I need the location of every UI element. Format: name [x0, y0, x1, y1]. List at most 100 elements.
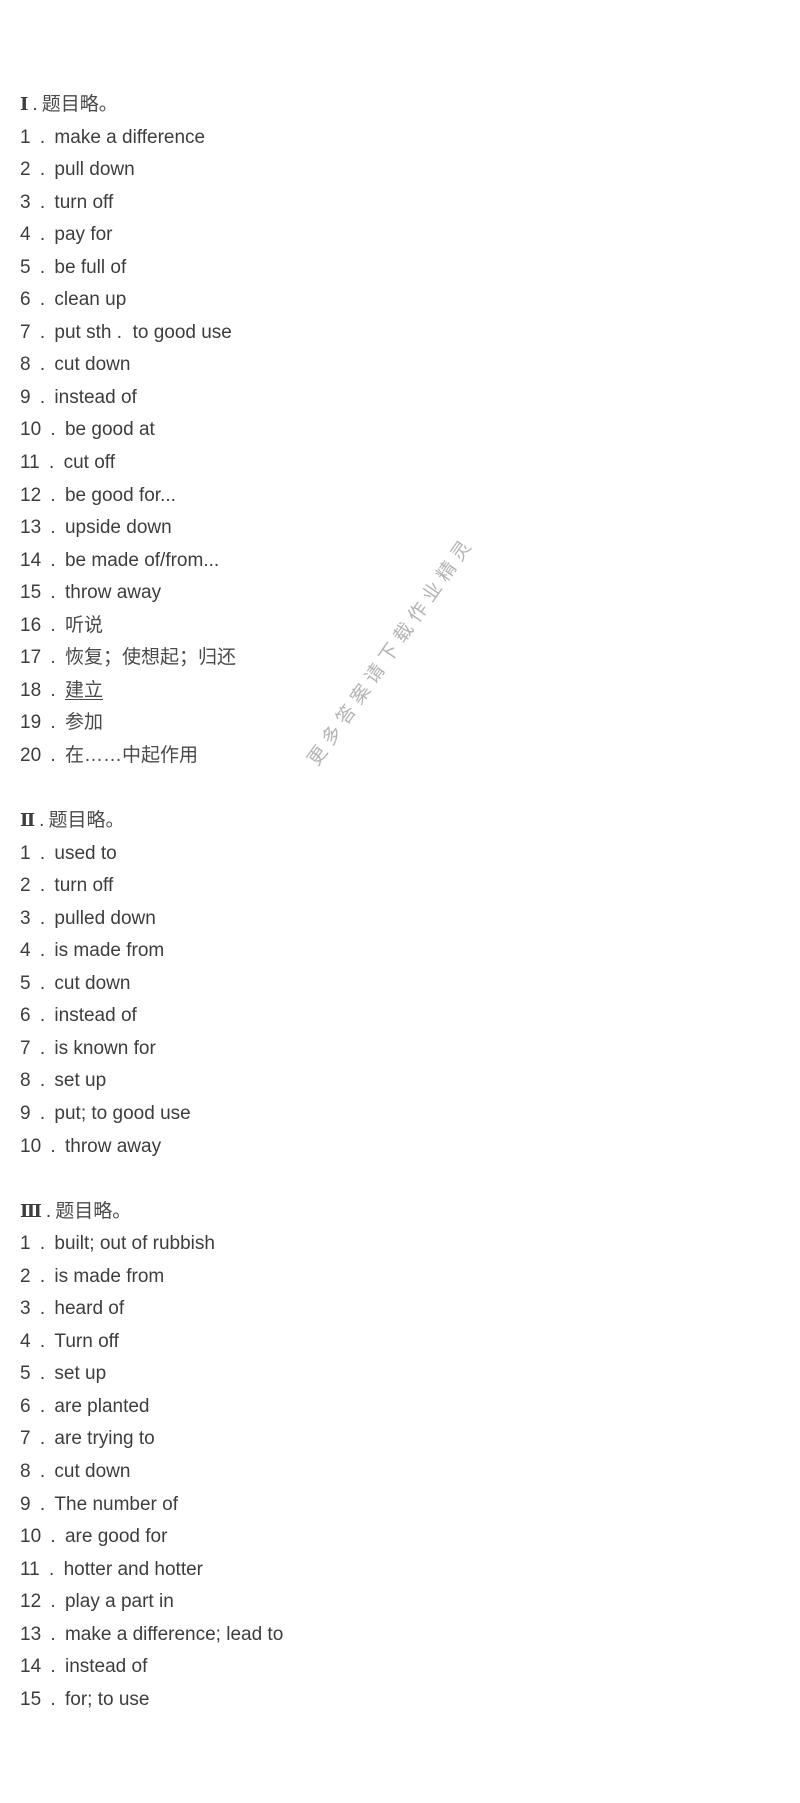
- answer-text: clean up: [54, 289, 127, 311]
- answer-text: Turn off: [54, 1330, 119, 1352]
- answer-item: 10 . be good at: [20, 419, 155, 441]
- answer-text: cut off: [63, 452, 115, 474]
- answer-text: instead of: [54, 386, 137, 408]
- answer-text: put sth . to good use: [54, 321, 232, 343]
- answer-text: 参加: [64, 712, 103, 734]
- answer-item: 1 . used to: [20, 842, 117, 864]
- answer-text: heard of: [54, 1298, 125, 1320]
- answer-item: 9 . The number of: [20, 1493, 178, 1515]
- answer-item: 12 . play a part in: [20, 1591, 174, 1613]
- answer-text: be made of/from...: [64, 549, 220, 571]
- answer-item: 7 . is known for: [20, 1037, 156, 1059]
- answer-text: pay for: [54, 224, 113, 246]
- answer-item: 10 . throw away: [20, 1135, 162, 1157]
- answer-text: make a difference: [54, 126, 206, 148]
- section-2: Ⅱ. 题目略。 1 . used to 2 . turn off 3 . pull…: [20, 805, 780, 1163]
- answer-item: 20 . 在……中起作用: [20, 744, 198, 766]
- answer-text: set up: [54, 1363, 107, 1385]
- answer-item: 2 . turn off: [20, 875, 114, 897]
- answer-item: 14 . instead of: [20, 1656, 148, 1678]
- answer-text: hotter and hotter: [63, 1558, 204, 1580]
- answer-text: 恢复；使想起；归还: [64, 647, 236, 669]
- answer-text: for; to use: [64, 1688, 150, 1710]
- answer-text: turn off: [54, 875, 114, 897]
- answer-text: set up: [54, 1070, 107, 1092]
- answer-text: cut down: [54, 1460, 131, 1482]
- answer-text: used to: [54, 842, 117, 864]
- answer-item: 4 . Turn off: [20, 1330, 119, 1352]
- answer-item: 8 . set up: [20, 1070, 107, 1092]
- answer-text: The number of: [54, 1493, 178, 1515]
- answer-item: 18 . 建立: [20, 679, 103, 701]
- answer-item: 3 . turn off: [20, 191, 114, 213]
- section-heading-text: 题目略。: [41, 94, 118, 115]
- section-1: Ⅰ. 题目略。 1 . make a difference 2 . pull do…: [20, 89, 780, 772]
- answer-item: 4 . is made from: [20, 940, 165, 962]
- answer-text: built; out of rubbish: [54, 1233, 215, 1255]
- answer-item: 15 . throw away: [20, 582, 162, 604]
- answer-item: 7 . are trying to: [20, 1428, 155, 1450]
- answer-text: pulled down: [54, 907, 156, 929]
- answer-text: turn off: [54, 191, 114, 213]
- answer-document: Ⅰ. 题目略。 1 . make a difference 2 . pull do…: [20, 89, 780, 1716]
- answer-item: 5 . be full of: [20, 256, 127, 278]
- answer-text: is known for: [54, 1037, 156, 1059]
- answer-item: 10 . are good for: [20, 1526, 168, 1548]
- answer-item: 6 . clean up: [20, 289, 127, 311]
- answer-item: 14 . be made of/from...: [20, 549, 220, 571]
- answer-text: 听说: [64, 614, 103, 636]
- answer-item: 1 . make a difference: [20, 126, 206, 148]
- answer-text: throw away: [64, 1135, 162, 1157]
- answer-text: be good at: [64, 419, 155, 441]
- answer-text: are planted: [54, 1395, 150, 1417]
- answer-item: 8 . cut down: [20, 354, 131, 376]
- answer-text: cut down: [54, 354, 131, 376]
- answer-item: 7 . put sth . to good use: [20, 321, 232, 343]
- answer-item: 5 . set up: [20, 1363, 107, 1385]
- answer-text: are good for: [64, 1526, 168, 1548]
- section-heading: Ⅱ. 题目略。: [20, 810, 125, 832]
- answer-text: put; to good use: [54, 1102, 191, 1124]
- answer-item: 8 . cut down: [20, 1460, 131, 1482]
- section-numeral: Ⅱ: [20, 810, 36, 832]
- answer-item: 6 . instead of: [20, 1005, 137, 1027]
- answer-item: 5 . cut down: [20, 972, 131, 994]
- answer-item: 13 . upside down: [20, 517, 172, 539]
- answer-text: play a part in: [64, 1591, 174, 1613]
- answer-item: 3 . heard of: [20, 1298, 125, 1320]
- answer-text: cut down: [54, 972, 131, 994]
- answer-item: 2 . pull down: [20, 159, 135, 181]
- answer-item: 4 . pay for: [20, 224, 113, 246]
- answer-text: is made from: [54, 1265, 165, 1287]
- answer-item: 13 . make a difference; lead to: [20, 1623, 284, 1645]
- answer-text: 在……中起作用: [64, 744, 198, 766]
- answer-text: instead of: [54, 1005, 137, 1027]
- section-3: Ⅲ. 题目略。 1 . built; out of rubbish 2 . is …: [20, 1196, 780, 1717]
- answer-text: instead of: [64, 1656, 148, 1678]
- answer-text: be good for...: [64, 484, 176, 506]
- section-heading: Ⅰ. 题目略。: [20, 94, 118, 115]
- answer-item: 9 . put; to good use: [20, 1102, 191, 1124]
- answer-text: throw away: [64, 582, 162, 604]
- answer-item: 12 . be good for...: [20, 484, 176, 506]
- answer-item: 3 . pulled down: [20, 907, 156, 929]
- answer-text: pull down: [54, 159, 135, 181]
- answer-item: 11 . hotter and hotter: [20, 1558, 204, 1580]
- answer-item: 2 . is made from: [20, 1265, 165, 1287]
- section-heading-text: 题目略。: [48, 810, 125, 832]
- answer-text: is made from: [54, 940, 165, 962]
- answer-item: 9 . instead of: [20, 386, 137, 408]
- answer-text: 建立: [64, 679, 103, 701]
- answer-item: 11 . cut off: [20, 452, 115, 474]
- answer-item: 6 . are planted: [20, 1395, 150, 1417]
- answer-item: 19 . 参加: [20, 712, 103, 734]
- answer-item: 1 . built; out of rubbish: [20, 1233, 215, 1255]
- answer-item: 15 . for; to use: [20, 1688, 150, 1710]
- answer-text: be full of: [54, 256, 127, 278]
- answer-text: make a difference; lead to: [64, 1623, 284, 1645]
- section-heading: Ⅲ. 题目略。: [20, 1200, 132, 1222]
- section-numeral: Ⅲ: [20, 1200, 42, 1222]
- section-heading-text: 题目略。: [55, 1200, 132, 1222]
